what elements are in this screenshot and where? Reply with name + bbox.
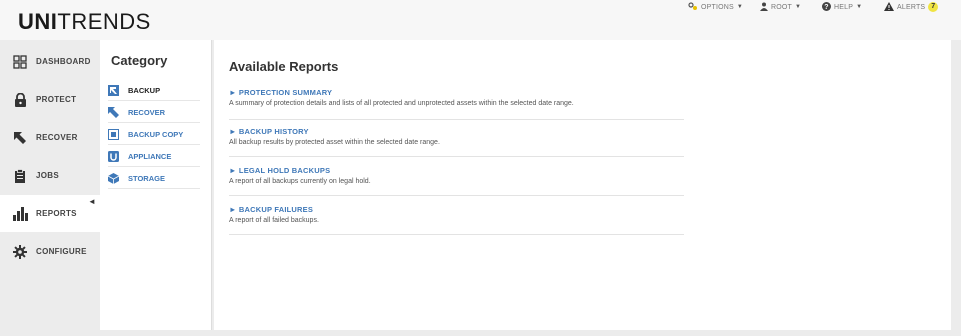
category-item-backup[interactable]: BACKUP [108, 80, 200, 101]
nav-item-recover[interactable]: RECOVER [0, 119, 100, 156]
lock-icon [12, 92, 28, 108]
storage-icon [108, 172, 119, 184]
report-link-backup-failures[interactable]: ► BACKUP FAILURES [229, 205, 684, 214]
report-description: A summary of protection details and list… [229, 100, 574, 107]
appliance-icon [108, 150, 119, 162]
nav-item-label: REPORTS [36, 209, 77, 218]
options-menu[interactable]: OPTIONS ▼ [688, 0, 743, 14]
left-nav: DASHBOARD PROTECT RECOVER JOBS REPORTS C… [0, 40, 100, 336]
collapse-sidebar-icon[interactable]: ◄ [88, 197, 96, 206]
dashboard-grid-icon [12, 54, 28, 70]
help-icon: ? [822, 1, 831, 13]
user-menu[interactable]: ROOT ▼ [760, 0, 801, 14]
nav-item-label: CONFIGURE [36, 247, 87, 256]
report-item: ► BACKUP FAILURES A report of all failed… [229, 205, 684, 235]
report-link-protection-summary[interactable]: ► PROTECTION SUMMARY [229, 88, 684, 97]
backup-icon [108, 84, 119, 96]
brand-logo: UNITRENDS [18, 9, 151, 35]
nav-item-dashboard[interactable]: DASHBOARD [0, 43, 100, 80]
category-item-label: BACKUP COPY [128, 129, 184, 139]
page-title: Available Reports [229, 59, 339, 74]
nav-item-reports[interactable]: REPORTS [0, 195, 100, 232]
report-description: A report of all backups currently on leg… [229, 178, 371, 185]
bar-chart-icon [12, 206, 28, 222]
alerts-count-badge: 7 [928, 2, 939, 12]
category-item-storage[interactable]: STORAGE [108, 168, 200, 189]
gear-icon [12, 244, 28, 260]
nav-item-protect[interactable]: PROTECT [0, 81, 100, 118]
category-title: Category [111, 53, 168, 68]
category-item-label: APPLIANCE [128, 151, 172, 161]
alerts-label: ALERTS [897, 3, 926, 11]
nav-item-label: PROTECT [36, 95, 77, 104]
report-description: All backup results by protected asset wi… [229, 139, 440, 146]
report-item: ► PROTECTION SUMMARY A summary of protec… [229, 88, 684, 120]
user-icon [760, 2, 768, 13]
category-item-appliance[interactable]: APPLIANCE [108, 146, 200, 167]
category-item-label: STORAGE [128, 173, 165, 183]
nav-item-label: JOBS [36, 171, 59, 180]
chevron-down-icon: ▼ [856, 4, 863, 10]
clipboard-icon [12, 168, 28, 184]
category-item-label: RECOVER [128, 107, 166, 117]
help-menu[interactable]: ? HELP ▼ [822, 0, 862, 14]
nav-item-label: DASHBOARD [36, 57, 91, 66]
brand-logo-bold: UNI [18, 9, 58, 34]
category-item-backup-copy[interactable]: BACKUP COPY [108, 124, 200, 145]
recover-icon [108, 106, 119, 118]
report-item: ► BACKUP HISTORY All backup results by p… [229, 127, 684, 157]
brand-logo-thin: TRENDS [57, 9, 151, 34]
top-bar: UNITRENDS OPTIONS ▼ ROOT ▼ ? HELP ▼ ALER… [0, 0, 961, 40]
options-label: OPTIONS [701, 3, 734, 11]
report-link-backup-history[interactable]: ► BACKUP HISTORY [229, 127, 684, 136]
nav-item-configure[interactable]: CONFIGURE [0, 233, 100, 270]
nav-item-jobs[interactable]: JOBS [0, 157, 100, 194]
category-panel: Category BACKUP RECOVER BACKUP COPY APPL… [100, 40, 212, 330]
chevron-down-icon: ▼ [736, 4, 744, 10]
chevron-down-icon: ▼ [795, 4, 802, 10]
warning-icon [884, 1, 894, 13]
alerts-menu[interactable]: ALERTS 7 [884, 0, 939, 14]
nav-item-label: RECOVER [36, 133, 78, 142]
report-link-legal-hold-backups[interactable]: ► LEGAL HOLD BACKUPS [229, 166, 684, 175]
backup-copy-icon [108, 128, 119, 140]
category-item-label: BACKUP [128, 85, 161, 95]
report-item: ► LEGAL HOLD BACKUPS A report of all bac… [229, 166, 684, 196]
category-item-recover[interactable]: RECOVER [108, 102, 200, 123]
main-content: Available Reports ► PROTECTION SUMMARY A… [214, 40, 951, 330]
help-label: HELP [834, 3, 854, 11]
options-icon [688, 1, 698, 13]
report-description: A report of all failed backups. [229, 217, 319, 224]
user-label: ROOT [771, 3, 793, 11]
recover-arrow-icon [12, 130, 28, 146]
svg-text:?: ? [824, 4, 828, 11]
